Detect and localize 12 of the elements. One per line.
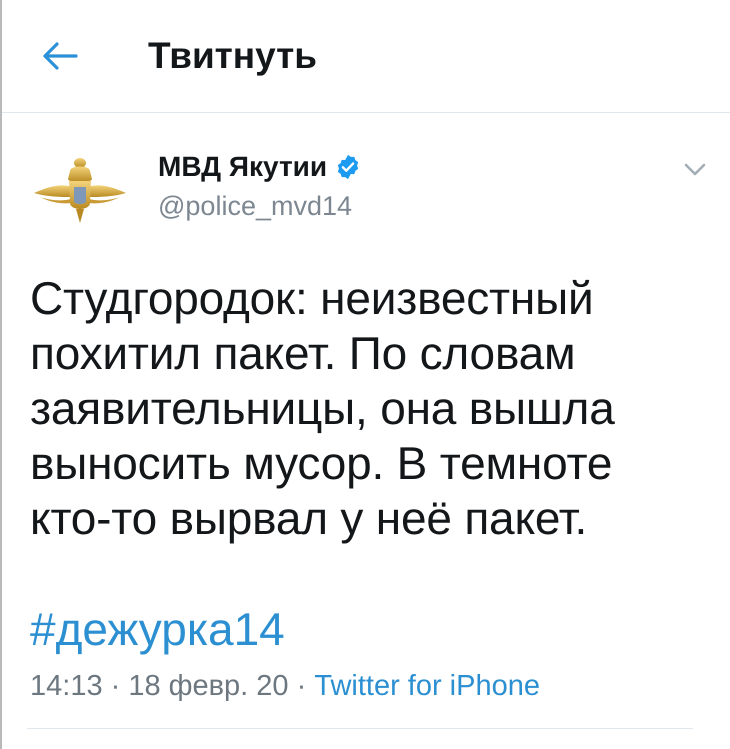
- back-button[interactable]: [42, 41, 78, 71]
- author-handle: @police_mvd14: [158, 190, 354, 222]
- chevron-down-icon: [684, 163, 706, 177]
- tweet-timestamp: 14:13 · 18 февр. 20 · Twitter for iPhone: [30, 669, 541, 704]
- winged-emblem-icon: [34, 157, 126, 223]
- more-options-button[interactable]: [684, 163, 706, 177]
- source-link[interactable]: Twitter for iPhone: [314, 670, 540, 702]
- page-title: Твитнуть: [148, 34, 318, 78]
- author-name: МВД Якутии: [158, 150, 328, 184]
- hashtag-link[interactable]: #дежурка14: [30, 602, 285, 658]
- tweet-text: Студгородок: неизвестный похитил пакет. По словам заявительницы, она вышла выносить мусор. В темноте кто-то вырвал у неё пакет.: [30, 271, 616, 546]
- back-arrow-icon: [42, 41, 78, 71]
